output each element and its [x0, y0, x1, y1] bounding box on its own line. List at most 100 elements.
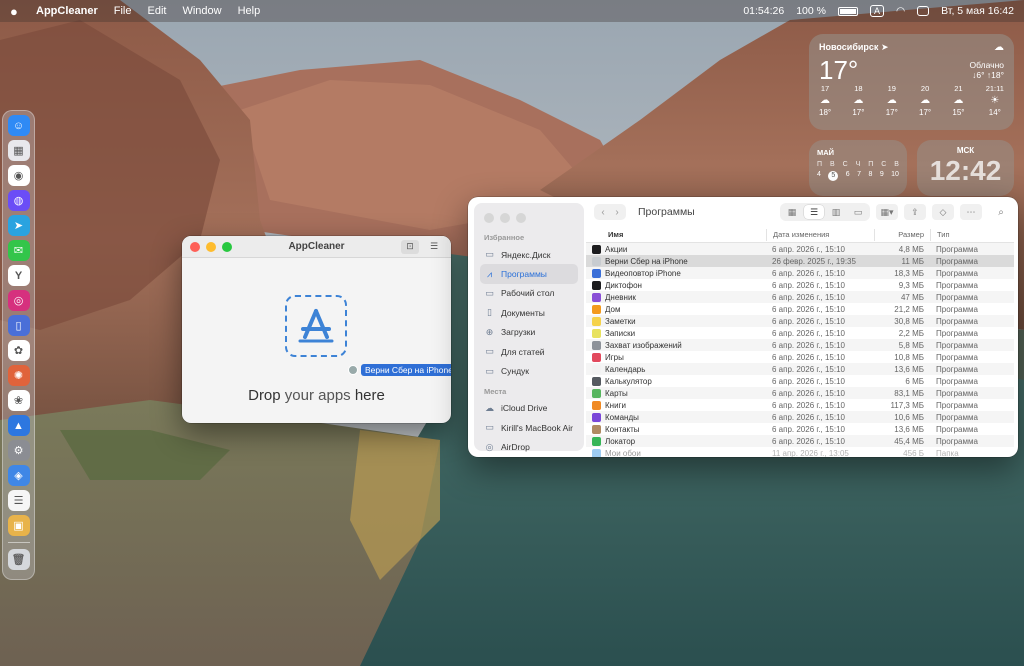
table-row[interactable]: Видеоповтор iPhone 6 апр. 2026 г., 15:10 1… — [586, 267, 1014, 279]
drop-mode-icon[interactable]: ⊡ — [401, 239, 419, 254]
zoom-button[interactable] — [516, 213, 526, 223]
finder-sidebar: Избранное ▭ Яндекс.Диск ⩘ Программы ▭ Рабочий… — [474, 203, 584, 452]
menu-window[interactable]: Window — [182, 5, 221, 17]
sidebar-item[interactable]: ▭ Для статей — [480, 342, 578, 361]
chrome-icon[interactable]: ◉ — [7, 165, 30, 186]
table-row[interactable]: Захват изображений 6 апр. 2026 г., 15:10 5… — [586, 339, 1014, 351]
close-button[interactable] — [484, 213, 494, 223]
sidebar-item[interactable]: ⩘ Программы — [480, 264, 578, 284]
drop-word-middle: your apps — [280, 387, 355, 404]
icon-view-icon[interactable]: ▦ — [782, 205, 802, 219]
column-date[interactable]: Дата изменения — [766, 228, 874, 241]
list-view-icon[interactable]: ☰ — [804, 205, 824, 219]
table-row[interactable]: Книги 6 апр. 2026 г., 15:10 117,3 МБ Програ… — [586, 399, 1014, 411]
weather-widget[interactable]: Новосибирск ➤ 17° ☁ Облачно ↓6° ↑18° 17 ☁… — [809, 34, 1014, 130]
drop-target[interactable] — [285, 295, 347, 357]
clock-widget[interactable]: МСК 12:42 — [917, 140, 1014, 196]
group-by-icon[interactable]: ▦▾ — [876, 204, 898, 220]
file-size: 117,3 МБ — [890, 400, 924, 410]
table-row[interactable]: Мои обои 11 апр. 2026 г., 13:05 456 Б Папка — [586, 447, 1014, 457]
sidebar-item[interactable]: ⊕ Загрузки — [480, 323, 578, 342]
trash-icon[interactable]: 🗑 — [7, 549, 30, 570]
finder-file-list[interactable]: Имя Дата изменения Размер Тип Акции 6 апр… — [586, 227, 1014, 457]
weather-city: Новосибирск — [819, 42, 879, 52]
keynote-icon[interactable]: ▲ — [7, 415, 30, 436]
tag-icon[interactable]: ◇ — [932, 204, 954, 220]
finder-icon[interactable]: ☺ — [7, 115, 30, 136]
phone-mirroring-icon[interactable]: ▯ — [7, 315, 30, 336]
file-size: 45,4 МБ — [894, 436, 924, 446]
table-row[interactable]: Локатор 6 апр. 2026 г., 15:10 45,4 МБ Прогр… — [586, 435, 1014, 447]
table-row[interactable]: Верни Сбер на iPhone 26 февр. 2025 г., 19… — [586, 255, 1014, 267]
table-row[interactable]: Акции 6 апр. 2026 г., 15:10 4,8 МБ Программ… — [586, 243, 1014, 255]
menu-app-name[interactable]: AppCleaner — [36, 5, 98, 17]
gallery-view-icon[interactable]: ▭ — [848, 205, 868, 219]
screen-record-timer[interactable]: 01:54:26 — [743, 5, 784, 17]
drop-zone[interactable]: Верни Сбер на iPhone Drop your apps here — [182, 258, 451, 423]
control-center-icon[interactable] — [917, 6, 930, 16]
table-row[interactable]: Записки 6 апр. 2026 г., 15:10 2,2 МБ Програ… — [586, 327, 1014, 339]
system-settings-icon[interactable]: ⚙ — [7, 440, 30, 461]
table-row[interactable]: Диктофон 6 апр. 2026 г., 15:10 9,3 МБ Прогр… — [586, 279, 1014, 291]
sidebar-item[interactable]: ▭ Яндекс.Диск — [480, 245, 578, 264]
sidebar-item[interactable]: ▭ Рабочий стол — [480, 284, 578, 303]
table-row[interactable]: Заметки 6 апр. 2026 г., 15:10 30,8 МБ Прогр… — [586, 315, 1014, 327]
chatgpt-icon[interactable]: ✿ — [7, 340, 30, 361]
yandex-browser-icon[interactable]: Y — [7, 265, 30, 286]
messages-icon[interactable]: ✉ — [7, 240, 30, 261]
minimize-button[interactable] — [500, 213, 510, 223]
calendar-widget[interactable]: МАЙ ПВСЧПСВ 4 5 6 7 8 9 10 — [809, 140, 907, 196]
claude-icon[interactable]: ✺ — [7, 365, 30, 386]
table-row[interactable]: Игры 6 апр. 2026 г., 15:10 10,8 МБ Программ… — [586, 351, 1014, 363]
column-kind[interactable]: Тип — [930, 228, 1010, 241]
column-size[interactable]: Размер — [874, 228, 930, 241]
table-row[interactable]: Карты 6 апр. 2026 г., 15:10 83,1 МБ Програм… — [586, 387, 1014, 399]
file-name: Захват изображений — [605, 340, 682, 350]
appcleaner-titlebar[interactable]: AppCleaner ⊡ ☰ — [182, 236, 451, 258]
sidebar-item[interactable]: ☁ iCloud Drive — [480, 399, 578, 418]
finder-window[interactable]: Избранное ▭ Яндекс.Диск ⩘ Программы ▭ Рабочий… — [468, 197, 1018, 457]
wifi-icon[interactable]: ◠ — [896, 5, 905, 17]
table-row[interactable]: Календарь 6 апр. 2026 г., 15:10 13,6 МБ Про… — [586, 363, 1014, 375]
file-size: 47 МБ — [900, 292, 924, 302]
weather-hour-time: 21:11 — [985, 84, 1004, 93]
table-row[interactable]: Дом 6 апр. 2026 г., 15:10 21,2 МБ Программа — [586, 303, 1014, 315]
photos-icon[interactable]: ❀ — [7, 390, 30, 411]
table-row[interactable]: Калькулятор 6 апр. 2026 г., 15:10 6 МБ Прог… — [586, 375, 1014, 387]
column-view-icon[interactable]: ▥ — [826, 205, 846, 219]
menu-help[interactable]: Help — [238, 5, 261, 17]
calendar-weekday: С — [842, 161, 848, 168]
menu-edit[interactable]: Edit — [147, 5, 166, 17]
search-icon[interactable]: ⌕ — [992, 204, 1010, 220]
sidebar-item[interactable]: ▭ Сундук — [480, 361, 578, 380]
appcleaner-window[interactable]: AppCleaner ⊡ ☰ Верни Сбер на iPhone Drop… — [182, 236, 451, 423]
column-name[interactable]: Имя — [586, 229, 766, 241]
list-mode-icon[interactable]: ☰ — [425, 240, 443, 254]
cleaner-icon[interactable]: ◈ — [7, 465, 30, 486]
apple-menu-icon[interactable]: ● — [10, 4, 22, 19]
table-row[interactable]: Контакты 6 апр. 2026 г., 15:10 13,6 МБ Прог… — [586, 423, 1014, 435]
sidebar-item[interactable]: ▯ Документы — [480, 303, 578, 322]
battery-icon[interactable] — [837, 6, 858, 16]
more-actions-icon[interactable]: ⋯ — [960, 204, 982, 220]
notes-icon[interactable]: ☰ — [7, 490, 30, 511]
weather-hour-time: 19 — [887, 84, 896, 93]
input-source-badge[interactable]: A — [869, 5, 884, 17]
share-icon[interactable]: ⇪ — [904, 204, 926, 220]
preview-icon[interactable]: ▣ — [7, 515, 30, 536]
messenger-icon[interactable]: ◍ — [7, 190, 30, 211]
forward-icon[interactable]: › — [610, 204, 624, 220]
file-size: 5,8 МБ — [898, 340, 924, 350]
instagram-icon[interactable]: ◎ — [7, 290, 30, 311]
sidebar-item[interactable]: ▭ Kirill's MacBook Air — [480, 418, 578, 437]
launchpad-icon[interactable]: ▦ — [7, 140, 30, 161]
menu-file[interactable]: File — [114, 5, 132, 17]
table-row[interactable]: Дневник 6 апр. 2026 г., 15:10 47 МБ Програм… — [586, 291, 1014, 303]
app-icon — [592, 244, 601, 254]
sidebar-item[interactable]: ◎ AirDrop — [480, 438, 578, 457]
weather-hour-temp: 18° — [819, 108, 832, 117]
telegram-icon[interactable]: ➤ — [7, 215, 30, 236]
menubar-datetime[interactable]: Вт, 5 мая 16:42 — [941, 5, 1014, 17]
table-row[interactable]: Команды 6 апр. 2026 г., 15:10 10,6 МБ Прогр… — [586, 411, 1014, 423]
back-icon[interactable]: ‹ — [596, 204, 610, 220]
